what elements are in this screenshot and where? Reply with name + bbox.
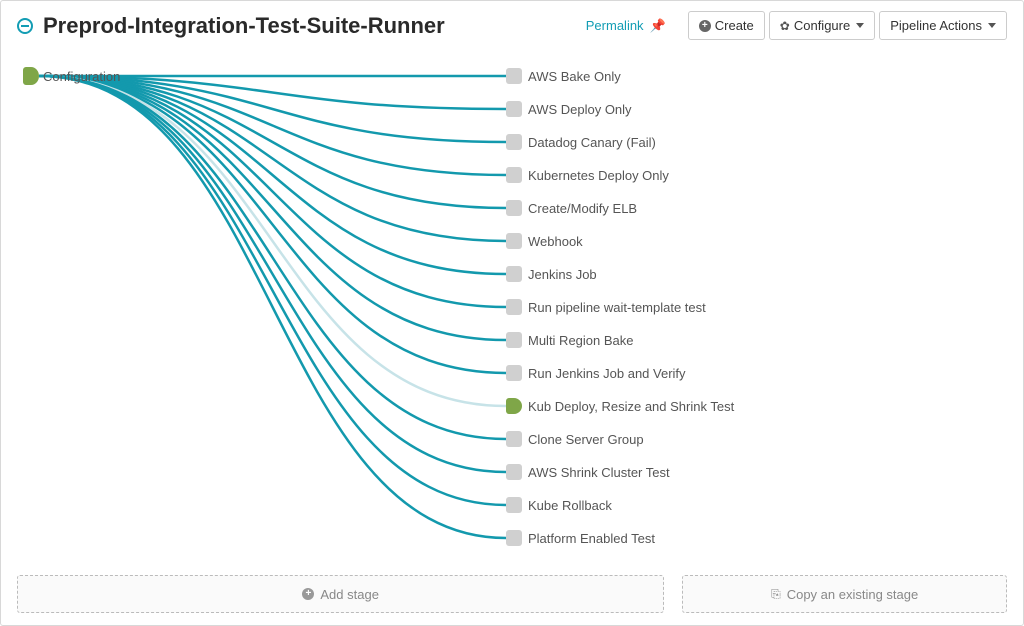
stage-node[interactable]: AWS Bake Only bbox=[506, 66, 621, 86]
stage-label: Create/Modify ELB bbox=[528, 201, 637, 216]
start-node[interactable]: Configuration bbox=[43, 66, 120, 86]
stage-node[interactable]: AWS Shrink Cluster Test bbox=[506, 462, 670, 482]
stage-marker-icon bbox=[506, 431, 522, 447]
stage-marker-icon bbox=[506, 134, 522, 150]
stage-node[interactable]: Kub Deploy, Resize and Shrink Test bbox=[506, 396, 734, 416]
stage-marker-icon bbox=[506, 299, 522, 315]
create-button[interactable]: + Create bbox=[688, 11, 765, 40]
pipeline-actions-button[interactable]: Pipeline Actions bbox=[879, 11, 1007, 40]
stage-label: AWS Deploy Only bbox=[528, 102, 632, 117]
stage-node[interactable]: AWS Deploy Only bbox=[506, 99, 632, 119]
stage-marker-selected-icon bbox=[506, 398, 522, 414]
stage-marker-icon bbox=[506, 101, 522, 117]
stage-label: AWS Bake Only bbox=[528, 69, 621, 84]
stage-node[interactable]: Create/Modify ELB bbox=[506, 198, 637, 218]
stage-marker-icon bbox=[506, 266, 522, 282]
start-node-label: Configuration bbox=[43, 69, 120, 84]
chevron-down-icon bbox=[856, 23, 864, 28]
start-node-marker[interactable] bbox=[23, 67, 39, 85]
stage-node[interactable]: Run Jenkins Job and Verify bbox=[506, 363, 686, 383]
stage-marker-icon bbox=[506, 530, 522, 546]
stage-node[interactable]: Multi Region Bake bbox=[506, 330, 634, 350]
stage-marker-icon bbox=[506, 200, 522, 216]
stage-node[interactable]: Platform Enabled Test bbox=[506, 528, 655, 548]
add-stage-label: Add stage bbox=[320, 587, 379, 602]
configure-button[interactable]: ✿ Configure bbox=[769, 11, 875, 40]
pipeline-title: Preprod-Integration-Test-Suite-Runner bbox=[43, 13, 445, 39]
stage-node[interactable]: Datadog Canary (Fail) bbox=[506, 132, 656, 152]
stage-label: AWS Shrink Cluster Test bbox=[528, 465, 670, 480]
configure-button-label: Configure bbox=[794, 18, 850, 33]
stage-node[interactable]: Jenkins Job bbox=[506, 264, 597, 284]
stage-label: Kub Deploy, Resize and Shrink Test bbox=[528, 399, 734, 414]
stage-marker-icon bbox=[506, 497, 522, 513]
stage-marker-icon bbox=[506, 332, 522, 348]
pin-icon[interactable]: 📌 bbox=[650, 18, 666, 34]
permalink-link[interactable]: Permalink bbox=[586, 18, 644, 33]
copy-icon: ⎘ bbox=[771, 587, 781, 602]
stage-label: Clone Server Group bbox=[528, 432, 644, 447]
stage-marker-icon bbox=[506, 68, 522, 84]
stage-label: Kubernetes Deploy Only bbox=[528, 168, 669, 183]
gear-icon: ✿ bbox=[780, 19, 790, 33]
copy-stage-label: Copy an existing stage bbox=[787, 587, 919, 602]
stage-marker-icon bbox=[506, 365, 522, 381]
stage-label: Run Jenkins Job and Verify bbox=[528, 366, 686, 381]
stage-label: Multi Region Bake bbox=[528, 333, 634, 348]
stage-marker-icon bbox=[506, 167, 522, 183]
stage-label: Kube Rollback bbox=[528, 498, 612, 513]
header: Preprod-Integration-Test-Suite-Runner Pe… bbox=[1, 1, 1023, 52]
collapse-toggle-icon[interactable] bbox=[17, 18, 33, 34]
pipeline-panel: Preprod-Integration-Test-Suite-Runner Pe… bbox=[0, 0, 1024, 626]
chevron-down-icon bbox=[988, 23, 996, 28]
stage-node[interactable]: Kube Rollback bbox=[506, 495, 612, 515]
stage-label: Webhook bbox=[528, 234, 583, 249]
stage-label: Run pipeline wait-template test bbox=[528, 300, 706, 315]
plus-icon: + bbox=[302, 588, 314, 600]
stage-node[interactable]: Kubernetes Deploy Only bbox=[506, 165, 669, 185]
stage-marker-icon bbox=[506, 464, 522, 480]
stage-label: Datadog Canary (Fail) bbox=[528, 135, 656, 150]
stage-node[interactable]: Webhook bbox=[506, 231, 583, 251]
create-button-label: Create bbox=[715, 18, 754, 33]
pipeline-actions-label: Pipeline Actions bbox=[890, 18, 982, 33]
copy-stage-button[interactable]: ⎘ Copy an existing stage bbox=[682, 575, 1007, 613]
stage-marker-icon bbox=[506, 233, 522, 249]
pipeline-graph: Configuration AWS Bake Only AWS Deploy On… bbox=[1, 52, 1023, 552]
footer-actions: + Add stage ⎘ Copy an existing stage bbox=[17, 575, 1007, 613]
stage-node[interactable]: Clone Server Group bbox=[506, 429, 644, 449]
plus-icon: + bbox=[699, 20, 711, 32]
stage-label: Jenkins Job bbox=[528, 267, 597, 282]
stage-node[interactable]: Run pipeline wait-template test bbox=[506, 297, 706, 317]
stage-label: Platform Enabled Test bbox=[528, 531, 655, 546]
add-stage-button[interactable]: + Add stage bbox=[17, 575, 664, 613]
